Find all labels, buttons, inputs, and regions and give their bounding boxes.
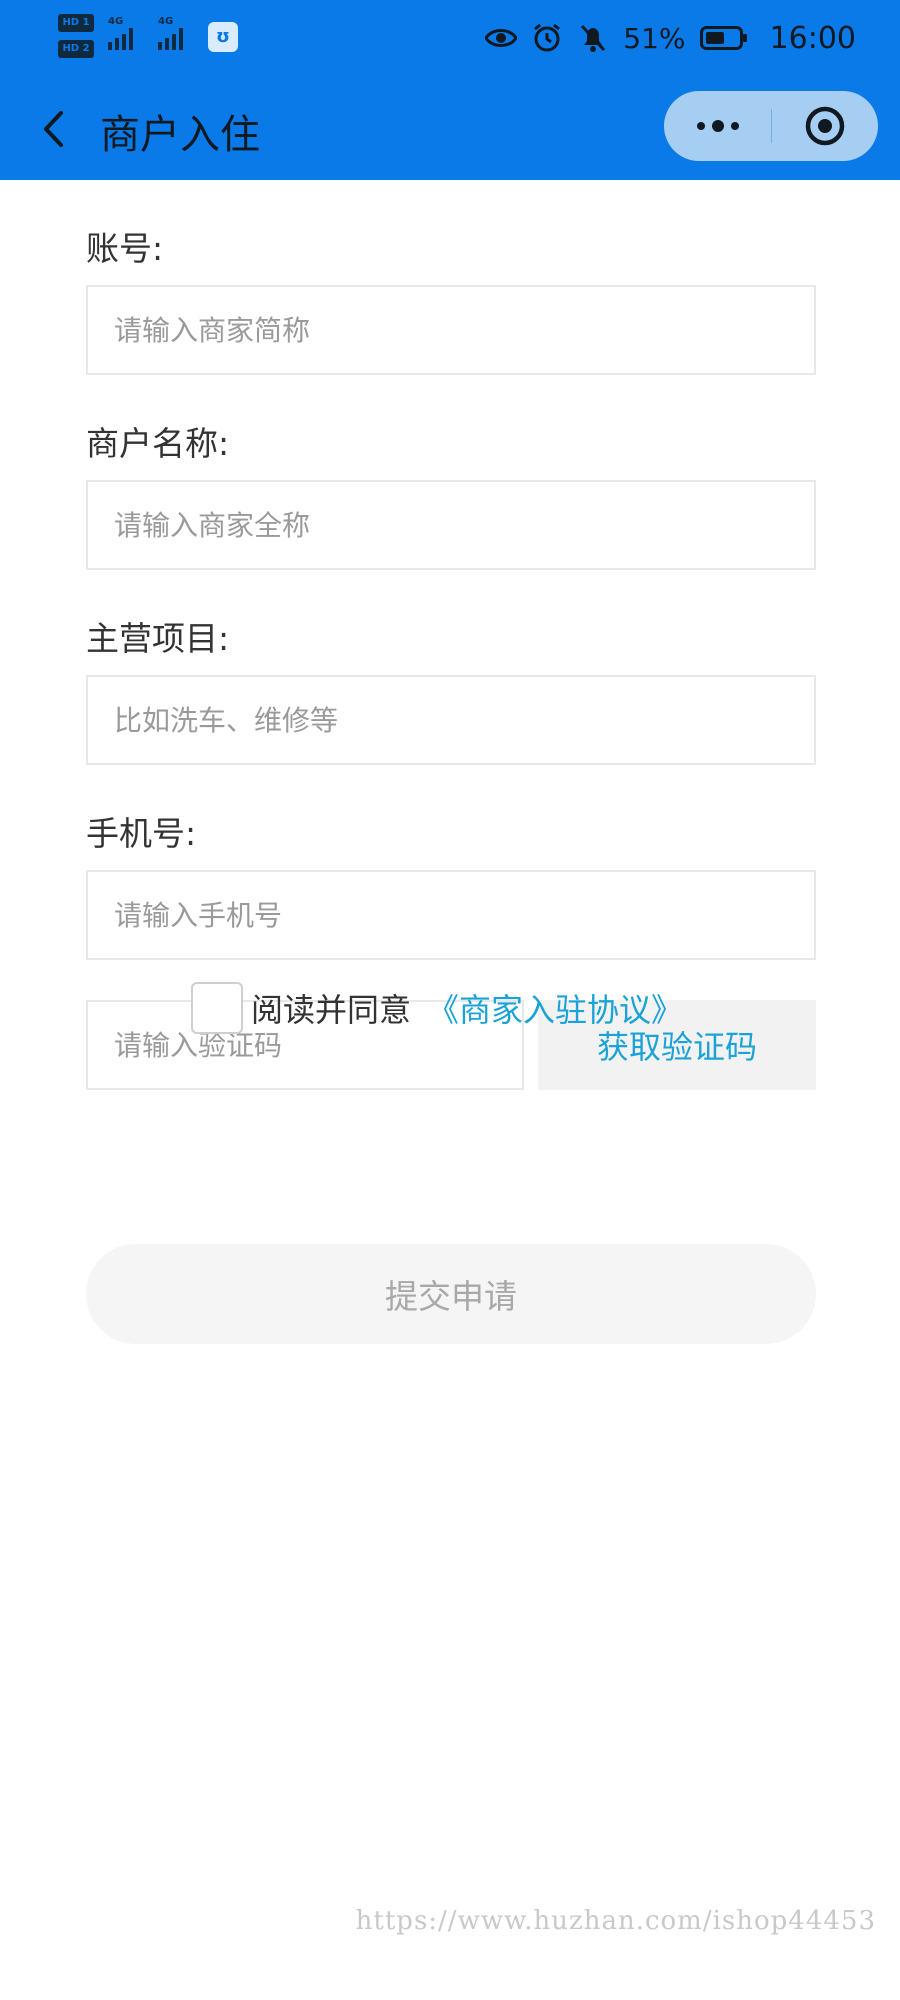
clock: 16:00 [769,20,856,56]
battery-percent: 51% [623,21,686,55]
app-notification-icon: ʊ [208,22,238,52]
back-arrow-icon[interactable] [28,104,78,154]
mute-bell-icon [577,22,609,54]
alarm-icon [531,22,563,54]
account-label: 账号: [86,229,164,268]
status-right: 51% 16:00 [485,18,856,58]
business-label: 主营项目: [86,619,230,658]
sim2-badge: HD 2 [58,40,94,58]
miniprogram-capsule [664,91,878,161]
phone-input[interactable] [86,870,816,960]
close-target-icon[interactable] [771,91,878,161]
signal-icon-2: 4G [158,16,183,50]
page-title: 商户入住 [100,112,260,158]
sim-indicators: HD 1 HD 2 [58,14,100,66]
sim1-badge: HD 1 [58,14,94,32]
phone-label: 手机号: [86,814,197,853]
submit-button[interactable]: 提交申请 [86,1244,816,1344]
merchant-name-label: 商户名称: [86,424,230,463]
agree-checkbox[interactable] [191,982,243,1034]
merchant-name-input[interactable] [86,480,816,570]
network1-label: 4G [108,16,124,27]
business-input[interactable] [86,675,816,765]
eye-icon [485,22,518,54]
agree-text: 阅读并同意 [251,991,412,1029]
agreement-row: 阅读并同意 《商家入驻协议》 [191,982,683,1034]
battery-icon [699,22,748,54]
status-bar: HD 1 HD 2 4G 4G ʊ 51% 16:00 [0,0,900,80]
account-input[interactable] [86,285,816,375]
watermark-text: https://www.huzhan.com/ishop44453 [355,1906,876,1936]
app-header: HD 1 HD 2 4G 4G ʊ 51% 16:00 商户入住 [0,0,900,180]
agreement-link[interactable]: 《商家入驻协议》 [427,985,683,1031]
signal-icon: 4G [108,16,133,50]
more-dots-icon[interactable] [664,91,771,161]
network2-label: 4G [158,16,174,27]
navigation-bar: 商户入住 [0,80,900,180]
